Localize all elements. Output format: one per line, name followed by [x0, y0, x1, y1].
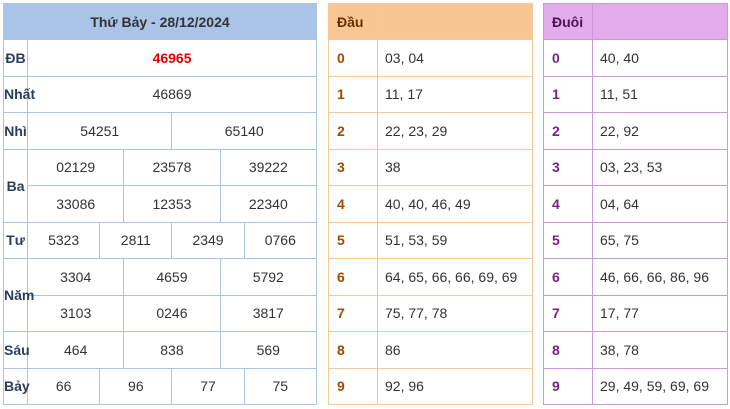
duoi-tail-digit-table: Đuôi 0 40, 40 1 11, 51 2 22, 92 3 03, 23, 53… [543, 3, 728, 405]
prize-label-sau: Sáu [2, 331, 30, 369]
prize-label-ba: Ba [2, 148, 29, 223]
dau-value: 92, 96 [377, 367, 533, 405]
duoi-value: 11, 51 [592, 75, 728, 113]
prize-value-sau: 838 [123, 331, 221, 369]
dau-head-digit-table: Đầu 0 03, 04 1 11, 17 2 22, 23, 29 3 38 4 40,… [328, 3, 533, 405]
prize-value-ba: 33086 [27, 185, 125, 223]
duoi-value: 38, 78 [592, 331, 728, 369]
prize-label-nhi: Nhì [2, 112, 29, 150]
prize-value-sau: 569 [219, 331, 318, 369]
duoi-key: 4 [543, 185, 593, 223]
prize-value-bay: 96 [99, 367, 173, 405]
duoi-value: 03, 23, 53 [592, 148, 728, 186]
prize-value-tu: 2349 [171, 221, 245, 259]
lottery-results-table: Thứ Bảy - 28/12/2024 ĐB 46965 Nhất 46869… [2, 3, 318, 405]
duoi-key: 1 [543, 75, 593, 113]
duoi-key: 8 [543, 331, 593, 369]
dau-header: Đầu [328, 3, 378, 40]
prize-value-ba: 02129 [27, 148, 125, 186]
dau-value: 11, 17 [377, 75, 533, 113]
prize-label-db: ĐB [2, 39, 29, 77]
prize-value-nhat: 46869 [27, 75, 317, 113]
prize-value-nam: 3304 [27, 258, 125, 296]
dau-key: 9 [328, 367, 378, 405]
prize-value-ba: 12353 [123, 185, 221, 223]
duoi-key: 3 [543, 148, 593, 186]
prize-value-bay: 66 [27, 367, 101, 405]
dau-key: 1 [328, 75, 378, 113]
dau-value: 03, 04 [377, 39, 533, 77]
prize-value-db: 46965 [27, 39, 317, 77]
duoi-key: 0 [543, 39, 593, 77]
prize-value-nam: 3817 [219, 294, 318, 332]
prize-value-ba: 23578 [123, 148, 221, 186]
duoi-value: 17, 77 [592, 294, 728, 332]
prize-value-nam: 3103 [27, 294, 125, 332]
dau-value: 64, 65, 66, 66, 69, 69 [377, 258, 533, 296]
duoi-value: 46, 66, 66, 86, 96 [592, 258, 728, 296]
duoi-key: 6 [543, 258, 593, 296]
prize-value-nam: 0246 [123, 294, 221, 332]
dau-value: 40, 40, 46, 49 [377, 185, 533, 223]
prize-value-nhi: 65140 [171, 112, 317, 150]
dau-key: 6 [328, 258, 378, 296]
prize-value-nhi: 54251 [27, 112, 173, 150]
duoi-key: 2 [543, 112, 593, 150]
prize-value-tu: 2811 [99, 221, 173, 259]
dau-key: 2 [328, 112, 378, 150]
prize-value-ba: 22340 [219, 185, 318, 223]
dau-value: 38 [377, 148, 533, 186]
prize-value-nam: 4659 [123, 258, 221, 296]
prize-label-nhat: Nhất [2, 75, 35, 113]
duoi-key: 5 [543, 221, 593, 259]
results-date-title: Thứ Bảy - 28/12/2024 [3, 3, 317, 40]
dau-value: 75, 77, 78 [377, 294, 533, 332]
dau-key: 7 [328, 294, 378, 332]
dau-key: 5 [328, 221, 378, 259]
prize-value-tu: 5323 [27, 221, 101, 259]
prize-label-bay: Bảy [2, 367, 30, 405]
dau-key: 8 [328, 331, 378, 369]
duoi-value: 29, 49, 59, 69, 69 [592, 367, 728, 405]
prize-value-nam: 5792 [219, 258, 318, 296]
prize-value-tu: 0766 [243, 221, 318, 259]
prize-value-bay: 77 [171, 367, 245, 405]
prize-value-sau: 464 [27, 331, 125, 369]
dau-key: 4 [328, 185, 378, 223]
duoi-value: 65, 75 [592, 221, 728, 259]
prize-value-bay: 75 [243, 367, 318, 405]
dau-key: 3 [328, 148, 378, 186]
duoi-key: 7 [543, 294, 593, 332]
prize-label-nam: Năm [2, 258, 34, 332]
prize-value-ba: 39222 [219, 148, 318, 186]
duoi-value: 22, 92 [592, 112, 728, 150]
dau-value: 22, 23, 29 [377, 112, 533, 150]
duoi-key: 9 [543, 367, 593, 405]
dau-value: 86 [377, 331, 533, 369]
duoi-header: Đuôi [543, 3, 593, 40]
prize-label-tu: Tư [2, 221, 29, 259]
dau-key: 0 [328, 39, 378, 77]
duoi-value: 04, 64 [592, 185, 728, 223]
dau-value: 51, 53, 59 [377, 221, 533, 259]
duoi-value: 40, 40 [592, 39, 728, 77]
